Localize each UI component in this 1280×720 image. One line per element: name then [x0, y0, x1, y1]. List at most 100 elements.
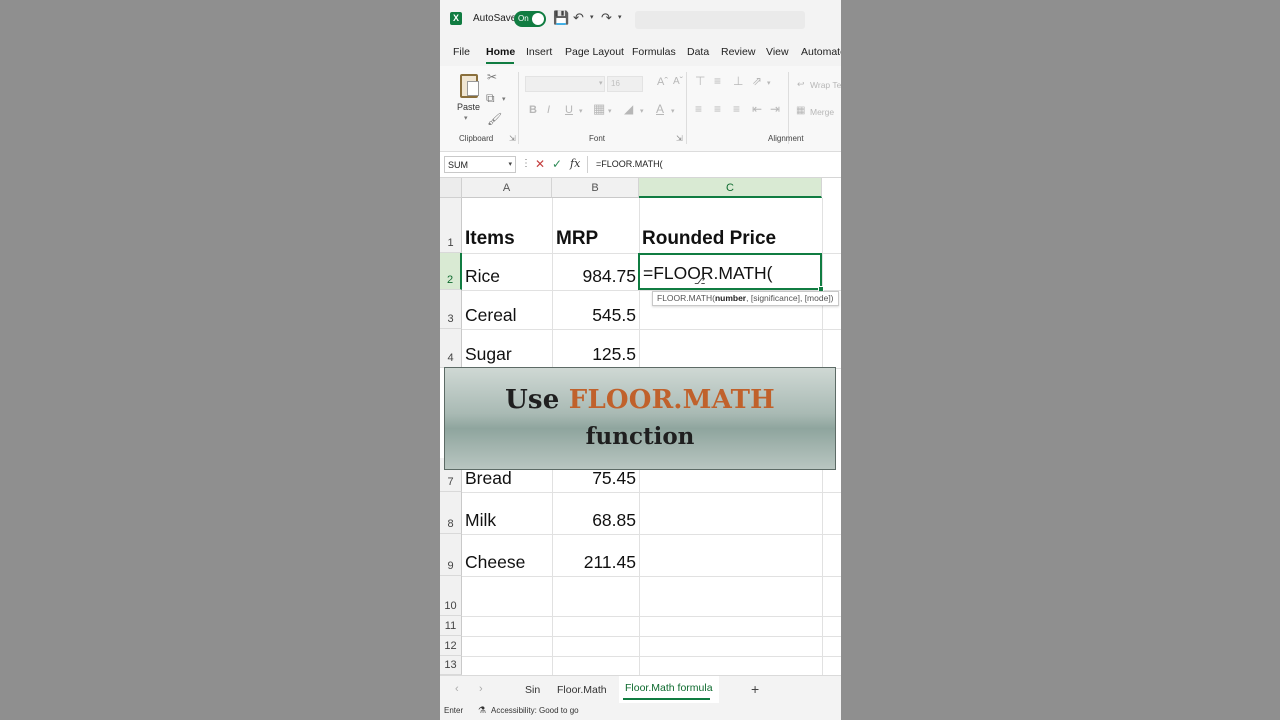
decrease-indent-icon[interactable]: ⇤: [752, 103, 762, 115]
row-header[interactable]: 1: [440, 198, 462, 253]
font-launcher-icon[interactable]: ⇲: [676, 134, 683, 143]
cell-b3[interactable]: 545.5: [552, 304, 636, 326]
underline-dropdown-icon[interactable]: ▾: [579, 106, 583, 118]
cut-icon[interactable]: ✂: [487, 71, 497, 83]
font-name-dropdown-icon[interactable]: ▾: [599, 78, 603, 90]
prev-sheet-icon[interactable]: ‹: [455, 683, 459, 695]
undo-icon[interactable]: ↶: [573, 10, 584, 26]
name-box-dropdown-icon[interactable]: ▾: [508, 160, 512, 168]
accessibility-icon[interactable]: ⚗: [478, 705, 486, 716]
cell-b8[interactable]: 68.85: [552, 509, 636, 531]
fill-color-icon[interactable]: ◢: [624, 103, 633, 115]
sheet-tab-sin[interactable]: Sin: [525, 684, 540, 696]
italic-button[interactable]: I: [547, 104, 550, 116]
cancel-entry-icon[interactable]: ✕: [535, 157, 545, 171]
active-cell-c2[interactable]: =FLOOR.MATH(: [638, 253, 822, 290]
cell-b7[interactable]: 75.45: [552, 467, 636, 489]
sheet-tab-floor-math[interactable]: Floor.Math: [557, 684, 607, 696]
tab-data[interactable]: Data: [687, 46, 709, 58]
fill-color-dropdown-icon[interactable]: ▾: [640, 106, 644, 118]
tab-file[interactable]: File: [453, 46, 470, 58]
merge-button[interactable]: Merge: [810, 106, 834, 118]
merge-icon[interactable]: ▦: [796, 105, 805, 117]
name-box[interactable]: SUM ▾: [444, 156, 516, 173]
align-top-icon[interactable]: ⊤: [695, 75, 705, 87]
format-painter-icon[interactable]: 🖌: [487, 113, 502, 125]
confirm-entry-icon[interactable]: ✓: [552, 157, 562, 171]
tab-formulas[interactable]: Formulas: [632, 46, 676, 58]
cell-b2[interactable]: 984.75: [552, 265, 636, 287]
borders-dropdown-icon[interactable]: ▾: [608, 106, 612, 118]
insert-function-icon[interactable]: fx: [570, 157, 580, 171]
row-header[interactable]: 13: [440, 656, 462, 675]
paste-icon[interactable]: [460, 74, 479, 98]
cell-b1[interactable]: MRP: [556, 228, 598, 250]
function-argument-tooltip[interactable]: FLOOR.MATH(number, [significance], [mode…: [652, 291, 839, 306]
tab-home[interactable]: Home: [486, 46, 515, 58]
copy-icon[interactable]: ⧉: [486, 92, 495, 104]
font-color-icon[interactable]: A: [656, 103, 664, 115]
increase-font-icon[interactable]: Aˆ: [657, 76, 668, 88]
cell-c1[interactable]: Rounded Price: [642, 228, 776, 250]
orientation-icon[interactable]: ⇗: [752, 75, 762, 87]
row-header[interactable]: 11: [440, 616, 462, 636]
cell-a9[interactable]: Cheese: [465, 551, 525, 573]
bold-button[interactable]: B: [529, 104, 537, 116]
orientation-dropdown-icon[interactable]: ▾: [767, 78, 771, 90]
font-size-box[interactable]: 16: [607, 76, 643, 92]
column-header-a[interactable]: A: [462, 178, 552, 198]
tab-review[interactable]: Review: [721, 46, 755, 58]
wrap-text-button[interactable]: Wrap Te: [810, 79, 841, 91]
cell-b4[interactable]: 125.5: [552, 343, 636, 365]
cell-a7[interactable]: Bread: [465, 467, 512, 489]
tooltip-current-arg[interactable]: number: [715, 293, 746, 303]
autosave-toggle[interactable]: On: [514, 11, 546, 27]
column-header-c[interactable]: C: [639, 178, 822, 198]
undo-dropdown-icon[interactable]: ▾: [590, 13, 594, 21]
tab-view[interactable]: View: [766, 46, 789, 58]
select-all-corner[interactable]: [440, 178, 462, 198]
row-header[interactable]: 4: [440, 329, 462, 368]
copy-dropdown-icon[interactable]: ▾: [502, 94, 506, 106]
clipboard-launcher-icon[interactable]: ⇲: [509, 134, 516, 143]
font-color-dropdown-icon[interactable]: ▾: [671, 106, 675, 118]
increase-indent-icon[interactable]: ⇥: [770, 103, 780, 115]
active-cell-entry: =FLOOR.MATH(: [643, 263, 773, 283]
cell-a1[interactable]: Items: [465, 228, 515, 250]
row-header[interactable]: 8: [440, 492, 462, 534]
more-options-icon[interactable]: ⋮: [521, 157, 531, 171]
wrap-text-icon[interactable]: ↩: [797, 78, 805, 90]
align-right-icon[interactable]: ≡: [733, 103, 740, 115]
tab-page-layout[interactable]: Page Layout: [565, 46, 624, 58]
next-sheet-icon[interactable]: ›: [479, 683, 483, 695]
paste-label[interactable]: Paste: [457, 101, 480, 113]
row-header[interactable]: 3: [440, 290, 462, 329]
row-header[interactable]: 9: [440, 534, 462, 576]
row-header[interactable]: 10: [440, 576, 462, 616]
cell-a3[interactable]: Cereal: [465, 304, 517, 326]
align-middle-icon[interactable]: ≡: [714, 75, 721, 87]
cell-a2[interactable]: Rice: [465, 265, 500, 287]
cell-b9[interactable]: 211.45: [552, 551, 636, 573]
accessibility-status[interactable]: Accessibility: Good to go: [491, 706, 579, 715]
cell-a4[interactable]: Sugar: [465, 343, 512, 365]
cell-a8[interactable]: Milk: [465, 509, 496, 531]
tab-insert[interactable]: Insert: [526, 46, 552, 58]
customize-icon[interactable]: ▾: [618, 13, 622, 21]
row-header[interactable]: 12: [440, 636, 462, 656]
paste-dropdown-icon[interactable]: ▾: [464, 113, 468, 125]
save-icon[interactable]: 💾: [553, 10, 569, 26]
align-center-icon[interactable]: ≡: [714, 103, 721, 115]
decrease-font-icon[interactable]: Aˇ: [673, 76, 683, 88]
row-header[interactable]: 2: [440, 253, 462, 290]
column-header-b[interactable]: B: [552, 178, 639, 198]
tab-automate[interactable]: Automate: [801, 46, 841, 58]
font-name-box[interactable]: [525, 76, 605, 92]
formula-input[interactable]: =FLOOR.MATH(: [587, 156, 841, 173]
redo-icon[interactable]: ↷: [601, 10, 612, 26]
underline-button[interactable]: U: [565, 104, 573, 116]
align-left-icon[interactable]: ≡: [695, 103, 702, 115]
borders-icon[interactable]: ▦: [593, 102, 605, 115]
align-bottom-icon[interactable]: ⊥: [733, 75, 743, 87]
add-sheet-button[interactable]: +: [751, 681, 759, 697]
